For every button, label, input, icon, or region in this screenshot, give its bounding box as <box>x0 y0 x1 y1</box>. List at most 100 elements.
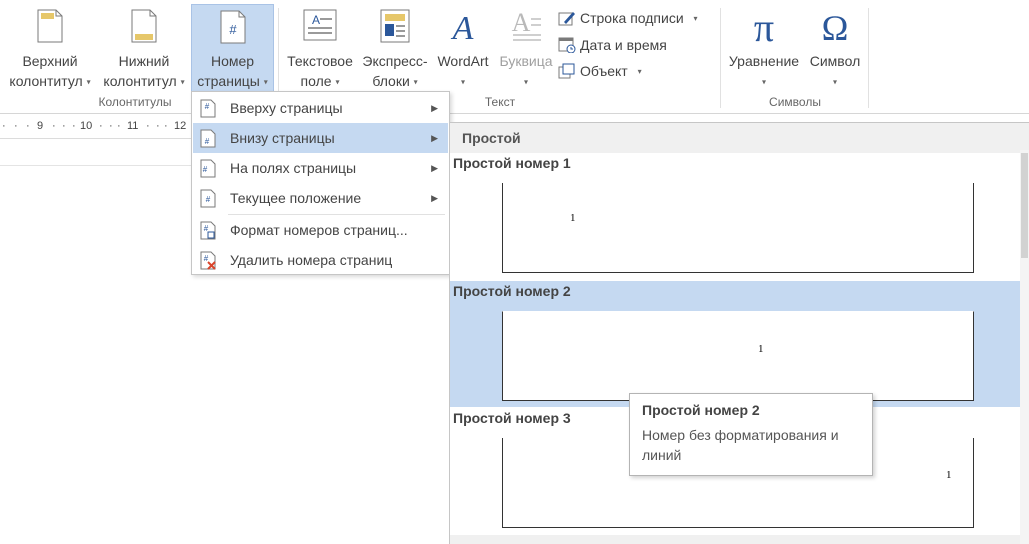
remove-page-numbers-icon: # <box>200 251 216 270</box>
date-time-button[interactable]: Дата и время <box>558 34 667 56</box>
group-label-header-footer: Колонтитулы <box>98 95 172 109</box>
ruler-dots: · <box>2 120 6 132</box>
header-button[interactable]: Верхний колонтитул ▾ <box>4 4 96 92</box>
page-number-margins-icon: # <box>200 159 216 178</box>
ruler-dots: · <box>146 120 150 132</box>
quick-parts-button[interactable]: Экспресс-блоки ▾ <box>359 4 431 92</box>
object-button[interactable]: Объект ▾ <box>558 60 642 82</box>
calendar-clock-icon <box>558 37 576 53</box>
chevron-down-icon: ▾ <box>761 77 766 87</box>
menu-item-bottom-of-page[interactable]: # Внизу страницы ▶ <box>193 123 448 153</box>
svg-text:#: # <box>205 102 210 111</box>
svg-text:π: π <box>754 9 774 45</box>
textbox-icon: A <box>303 9 337 41</box>
textbox-button[interactable]: A Текстовое поле ▾ <box>282 4 358 92</box>
chevron-down-icon: ▾ <box>413 77 418 87</box>
chevron-down-icon: ▾ <box>460 77 465 87</box>
ruler-dots: · <box>156 120 160 132</box>
gallery-item-plain-number-1[interactable]: Простой номер 1 1 <box>450 153 1029 279</box>
wordart-button[interactable]: A WordArt ▾ <box>432 4 494 92</box>
ruler-border <box>0 138 195 139</box>
svg-text:#: # <box>229 22 237 37</box>
pi-icon: π <box>754 9 774 45</box>
chevron-down-icon: ▾ <box>832 77 837 87</box>
ruler-dots: · <box>109 120 113 132</box>
ruler-dots: · <box>52 120 56 132</box>
menu-item-page-margins[interactable]: # На полях страницы ▶ <box>193 153 448 183</box>
gallery-item-plain-number-2[interactable]: Простой номер 2 1 <box>450 281 1029 407</box>
page-number-gallery: Простой Простой номер 1 1 Простой номер … <box>449 122 1029 544</box>
header-icon <box>37 9 63 43</box>
ruler-dots: · <box>26 120 30 132</box>
svg-text:#: # <box>206 195 211 204</box>
menu-item-top-of-page[interactable]: # Вверху страницы ▶ <box>193 93 448 123</box>
equation-button[interactable]: π Уравнение ▾ <box>724 4 804 92</box>
svg-text:#: # <box>203 165 208 174</box>
gallery-scrollbar-thumb[interactable] <box>1021 153 1028 258</box>
chevron-right-icon: ▶ <box>431 103 438 113</box>
horizontal-ruler[interactable]: · · · 9 · · · 10 · · · 11 · · · 12 <box>0 116 195 138</box>
symbol-button[interactable]: Ω Символ ▾ <box>805 4 865 92</box>
chevron-down-icon: ▾ <box>263 77 268 87</box>
footer-button[interactable]: Нижний колонтитул ▾ <box>98 4 190 92</box>
chevron-down-icon: ▾ <box>693 14 698 24</box>
ruler-tick-label: 11 <box>127 120 139 132</box>
menu-item-remove-page-numbers[interactable]: # Удалить номера страниц <box>193 245 448 275</box>
menu-item-format-page-numbers[interactable]: # Формат номеров страниц... <box>193 215 448 245</box>
format-page-numbers-icon: # <box>200 221 216 240</box>
page-number-preview: 1 <box>570 212 576 224</box>
svg-text:A: A <box>512 9 531 37</box>
chevron-down-icon: ▾ <box>86 77 91 87</box>
chevron-down-icon: ▾ <box>335 77 340 87</box>
chevron-down-icon: ▾ <box>523 77 528 87</box>
signature-line-icon <box>558 12 575 26</box>
page-number-menu: # Вверху страницы ▶ # Внизу страницы ▶ #… <box>191 91 450 275</box>
ruler-dots: · <box>72 120 76 132</box>
drop-cap-button[interactable]: A Буквица ▾ <box>496 4 556 92</box>
chevron-right-icon: ▶ <box>431 193 438 203</box>
page-number-top-icon: # <box>200 99 216 118</box>
ruler-dots: · <box>62 120 66 132</box>
chevron-down-icon: ▾ <box>180 77 185 87</box>
ruler-dots: · <box>117 120 121 132</box>
gallery-item-title: Простой номер 1 <box>453 155 571 171</box>
group-label-text: Текст <box>484 95 516 109</box>
svg-text:#: # <box>205 137 210 146</box>
gallery-item-preview: 1 <box>502 311 974 401</box>
svg-text:Ω: Ω <box>822 9 849 45</box>
page-number-current-icon: # <box>200 189 216 208</box>
footer-icon <box>131 9 157 43</box>
gallery-item-preview: 1 <box>502 183 974 273</box>
tooltip-title: Простой номер 2 <box>642 402 760 418</box>
ruler-dots: · <box>14 120 18 132</box>
wordart-icon: A <box>451 10 474 43</box>
ruler-tick-label: 9 <box>37 120 44 132</box>
page-number-bottom-icon: # <box>200 129 216 148</box>
svg-text:A: A <box>312 13 320 27</box>
page-number-button[interactable]: # Номер страницы ▾ <box>191 4 274 92</box>
group-separator <box>868 8 869 108</box>
chevron-right-icon: ▶ <box>431 163 438 173</box>
page-number-preview: 1 <box>758 343 764 355</box>
gallery-next-section <box>450 535 1029 544</box>
gallery-item-title: Простой номер 2 <box>453 283 571 299</box>
signature-line-button[interactable]: Строка подписи ▾ <box>558 7 698 29</box>
gallery-section-header: Простой <box>450 123 1029 153</box>
svg-text:A: A <box>451 10 474 43</box>
tooltip: Простой номер 2 Номер без форматирования… <box>629 393 873 476</box>
ruler-tick-label: 12 <box>174 120 187 132</box>
omega-icon: Ω <box>822 9 849 45</box>
object-icon <box>558 63 575 79</box>
page-number-preview: 1 <box>946 469 952 481</box>
ribbon: Верхний колонтитул ▾ Нижний колонтитул ▾ #… <box>0 0 1029 114</box>
group-separator <box>720 8 721 108</box>
ruler-dots: · <box>99 120 103 132</box>
tooltip-description: Номер без форматирования и линий <box>642 427 839 463</box>
chevron-right-icon: ▶ <box>431 133 438 143</box>
ruler-tick-label: 10 <box>80 120 93 132</box>
gallery-item-title: Простой номер 3 <box>453 410 571 426</box>
ruler-dots: · <box>164 120 168 132</box>
page-number-icon: # <box>220 10 245 44</box>
chevron-down-icon: ▾ <box>637 67 642 77</box>
menu-item-current-position[interactable]: # Текущее положение ▶ <box>193 183 448 213</box>
